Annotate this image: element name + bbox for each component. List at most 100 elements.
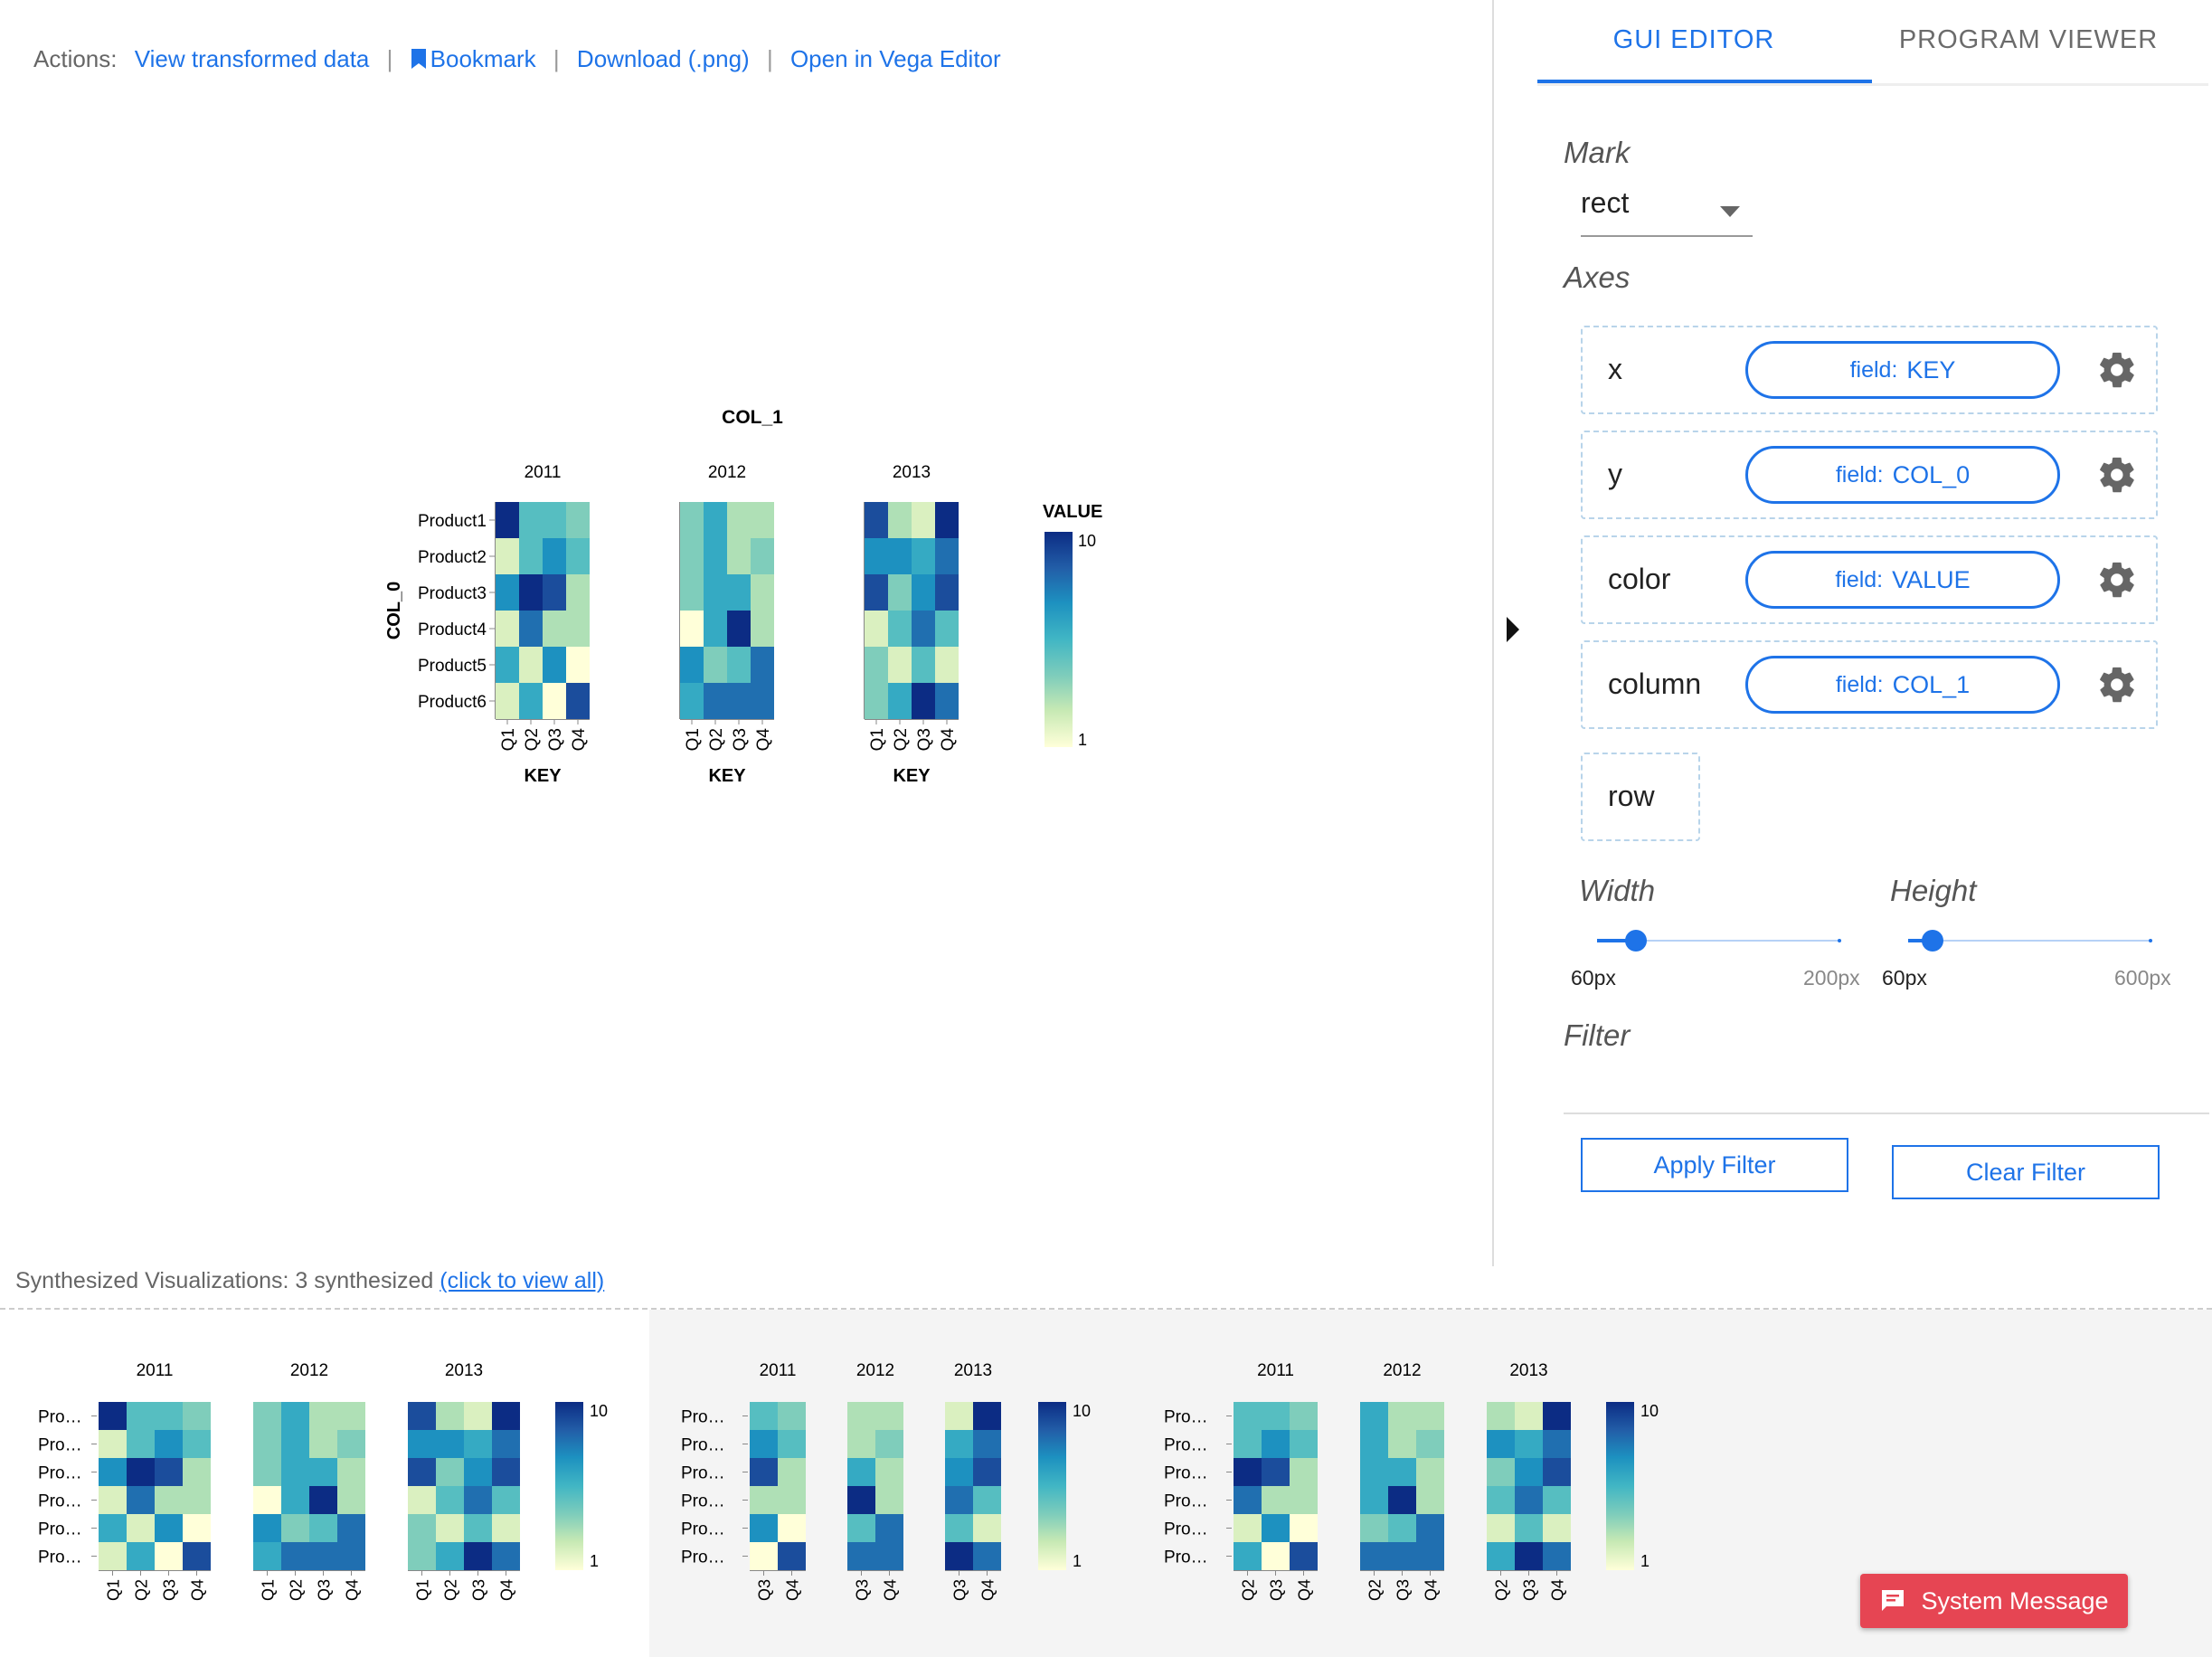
thumb-row-label: Pro… bbox=[1164, 1492, 1208, 1511]
clear-filter-button[interactable]: Clear Filter bbox=[1892, 1145, 2160, 1199]
encoding-row-row[interactable]: row bbox=[1581, 753, 1700, 841]
chevron-down-icon bbox=[1720, 206, 1740, 217]
thumb-cell bbox=[973, 1402, 1001, 1430]
gear-icon[interactable] bbox=[2096, 349, 2138, 391]
thumb-x-tick-label: Q2 bbox=[133, 1579, 151, 1601]
encoding-row-color[interactable]: color field: VALUE bbox=[1581, 535, 2158, 624]
bookmark-label: Bookmark bbox=[430, 45, 536, 72]
thumb-cell bbox=[1416, 1514, 1444, 1542]
encoding-channel-label: row bbox=[1608, 780, 1655, 812]
bookmark-icon bbox=[411, 49, 426, 69]
heatmap-cell bbox=[566, 574, 590, 611]
heatmap-cell bbox=[865, 538, 888, 574]
thumb-row-label: Pro… bbox=[38, 1464, 82, 1483]
x-axis-title: KEY bbox=[708, 766, 746, 786]
field-pill[interactable]: field: KEY bbox=[1745, 341, 2060, 399]
bookmark-link[interactable]: Bookmark bbox=[411, 45, 536, 72]
legend-title: VALUE bbox=[1043, 502, 1102, 522]
thumb-cell bbox=[183, 1486, 211, 1514]
heatmap-cell bbox=[680, 647, 704, 683]
view-transformed-data-link[interactable]: View transformed data bbox=[135, 45, 370, 72]
download-png-link[interactable]: Download (.png) bbox=[577, 45, 750, 72]
heatmap-cell bbox=[912, 574, 935, 611]
gear-icon[interactable] bbox=[2096, 454, 2138, 496]
tab-gui-editor[interactable]: GUI EDITOR bbox=[1527, 25, 1861, 55]
thumb-legend-min: 1 bbox=[1640, 1552, 1650, 1570]
thumb-cell bbox=[1416, 1458, 1444, 1486]
x-tick-label: Q1 bbox=[499, 728, 518, 751]
open-vega-editor-link[interactable]: Open in Vega Editor bbox=[790, 45, 1001, 72]
thumb-cell bbox=[1515, 1542, 1543, 1570]
thumb-cell bbox=[492, 1486, 520, 1514]
field-pill[interactable]: field: COL_0 bbox=[1745, 446, 2060, 504]
thumb-cell bbox=[1515, 1402, 1543, 1430]
thumb-facet-header: 2012 bbox=[290, 1361, 328, 1380]
heatmap-cell bbox=[865, 574, 888, 611]
x-tick-label: Q1 bbox=[868, 728, 887, 751]
height-slider-thumb[interactable] bbox=[1921, 930, 1943, 952]
heatmap-cell bbox=[912, 683, 935, 719]
thumb-cell bbox=[750, 1430, 778, 1458]
thumb-cell bbox=[1543, 1458, 1571, 1486]
thumb-x-tick-label: Q3 bbox=[1521, 1579, 1539, 1601]
heatmap-cell bbox=[496, 683, 519, 719]
heatmap-cell bbox=[519, 538, 543, 574]
heatmap-cell bbox=[496, 611, 519, 647]
thumb-cell bbox=[309, 1430, 337, 1458]
thumb-cell bbox=[1234, 1458, 1262, 1486]
heatmap-cell bbox=[496, 574, 519, 611]
thumb-cell bbox=[973, 1458, 1001, 1486]
thumb-cell bbox=[1290, 1430, 1318, 1458]
heatmap-cell bbox=[888, 574, 912, 611]
x-tick-label: Q1 bbox=[684, 728, 703, 751]
thumb-facet-header: 2013 bbox=[954, 1361, 992, 1380]
heatmap-cell bbox=[727, 502, 751, 538]
gear-icon[interactable] bbox=[2096, 664, 2138, 705]
apply-filter-button[interactable]: Apply Filter bbox=[1581, 1138, 1848, 1192]
view-all-link[interactable]: (click to view all) bbox=[440, 1268, 604, 1293]
x-tick-label: Q4 bbox=[754, 728, 773, 752]
thumb-facet-header: 2013 bbox=[445, 1361, 483, 1380]
thumb-cell bbox=[1487, 1402, 1515, 1430]
heatmap-cell bbox=[935, 538, 959, 574]
thumb-cell bbox=[309, 1486, 337, 1514]
thumb-cell bbox=[281, 1486, 309, 1514]
encoding-row-x[interactable]: x field: KEY bbox=[1581, 326, 2158, 414]
width-slider-thumb[interactable] bbox=[1624, 930, 1647, 952]
heatmap-cell bbox=[543, 611, 566, 647]
legend-min-label: 1 bbox=[1078, 731, 1087, 749]
thumb-cell bbox=[464, 1542, 492, 1570]
thumb-cell bbox=[155, 1458, 183, 1486]
legend-max-label: 10 bbox=[1078, 532, 1096, 550]
thumb-cell bbox=[408, 1458, 436, 1486]
mark-select[interactable]: rect bbox=[1581, 186, 1753, 237]
thumb-cell bbox=[973, 1430, 1001, 1458]
thumb-cell bbox=[1290, 1402, 1318, 1430]
thumb-cell bbox=[847, 1402, 875, 1430]
height-slider[interactable] bbox=[1908, 926, 2152, 955]
system-message-button[interactable]: System Message bbox=[1860, 1574, 2128, 1628]
field-pill[interactable]: field: COL_1 bbox=[1745, 656, 2060, 714]
field-pill-key: field: bbox=[1835, 671, 1884, 697]
thumb-x-tick-label: Q3 bbox=[161, 1579, 179, 1601]
field-pill[interactable]: field: VALUE bbox=[1745, 551, 2060, 609]
thumb-cell bbox=[1543, 1486, 1571, 1514]
thumb-cell bbox=[1262, 1458, 1290, 1486]
width-slider[interactable] bbox=[1597, 926, 1841, 955]
tab-program-viewer[interactable]: PROGRAM VIEWER bbox=[1861, 25, 2196, 55]
thumb-x-tick-label: Q4 bbox=[1423, 1579, 1441, 1601]
thumb-cell bbox=[281, 1402, 309, 1430]
gear-icon[interactable] bbox=[2096, 559, 2138, 601]
x-tick-label: Q2 bbox=[707, 728, 726, 751]
heatmap-cell bbox=[727, 538, 751, 574]
heatmap-cell bbox=[888, 538, 912, 574]
heatmap-cell bbox=[935, 502, 959, 538]
encoding-row-column[interactable]: column field: COL_1 bbox=[1581, 640, 2158, 729]
heatmap-cell bbox=[496, 538, 519, 574]
encoding-row-y[interactable]: y field: COL_0 bbox=[1581, 431, 2158, 519]
thumb-x-tick-label: Q3 bbox=[470, 1579, 488, 1601]
thumb-cell bbox=[99, 1514, 127, 1542]
thumb-cell bbox=[1234, 1402, 1262, 1430]
filter-input[interactable] bbox=[1564, 1064, 2209, 1114]
thumb-cell bbox=[492, 1458, 520, 1486]
